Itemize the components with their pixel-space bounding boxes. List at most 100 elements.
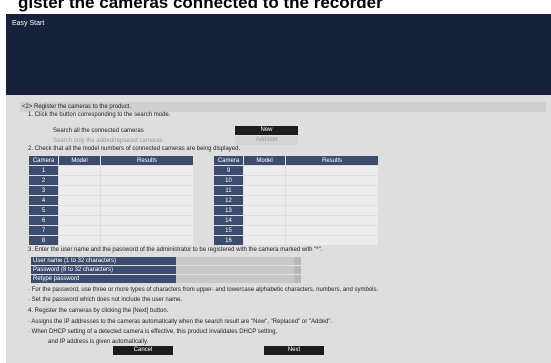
camera-row: 1 (28, 165, 194, 176)
search-all-label: Search all the connected cameras (53, 128, 144, 134)
results-cell (100, 165, 194, 176)
camera-number: 14 (213, 215, 244, 226)
results-cell (285, 185, 379, 196)
step4-note-ip: · Assigns the IP addresses to the camera… (28, 319, 333, 325)
password-row: Password (8 to 32 characters) (31, 266, 301, 274)
camera-number: 11 (213, 185, 244, 196)
easy-start-window: Easy Start <2> Register the cameras to t… (6, 14, 551, 363)
col-camera: Camera (213, 155, 244, 166)
results-cell (285, 195, 379, 206)
col-model: Model (243, 155, 286, 166)
camera-row: 6 (28, 215, 194, 226)
results-cell (100, 225, 194, 236)
model-cell (243, 185, 286, 196)
results-cell (285, 235, 379, 246)
addition-button[interactable]: Addition (235, 136, 298, 145)
camera-row: 8 (28, 235, 194, 246)
model-cell (243, 215, 286, 226)
step4-note-auto-ip: and IP address is given automatically. (48, 339, 149, 345)
model-cell (58, 235, 101, 246)
model-cell (58, 205, 101, 216)
camera-number: 15 (213, 225, 244, 236)
camera-row: 7 (28, 225, 194, 236)
camera-number: 16 (213, 235, 244, 246)
results-cell (100, 235, 194, 246)
model-cell (243, 175, 286, 186)
caption-text: gister the cameras connected to the reco… (18, 0, 383, 12)
camera-number: 2 (28, 175, 59, 186)
title-bar: Easy Start (6, 14, 551, 95)
camera-row: 3 (28, 185, 194, 196)
step2-heading: 2. Check that all the model numbers of c… (28, 146, 241, 152)
model-cell (243, 235, 286, 246)
model-cell (243, 165, 286, 176)
step3-note-username: · Set the password which does not includ… (28, 297, 183, 303)
retype-password-input[interactable] (176, 275, 294, 283)
step1-heading: 1. Click the button corresponding to the… (28, 112, 171, 118)
camera-table-right: Camera Model Results 9 10 11 12 13 14 15 16 (213, 155, 379, 246)
results-cell (285, 215, 379, 226)
camera-row: 16 (213, 235, 379, 246)
camera-number: 8 (28, 235, 59, 246)
step4-heading: 4. Register the cameras by clicking the … (28, 308, 169, 314)
camera-row: 10 (213, 175, 379, 186)
model-cell (243, 205, 286, 216)
model-cell (58, 185, 101, 196)
results-cell (100, 175, 194, 186)
password-input[interactable] (176, 266, 294, 274)
window-title: Easy Start (12, 20, 45, 27)
camera-number: 5 (28, 205, 59, 216)
camera-number: 13 (213, 205, 244, 216)
camera-number: 12 (213, 195, 244, 206)
model-cell (58, 225, 101, 236)
password-input-end (294, 266, 301, 274)
cancel-button[interactable]: Cancel (113, 346, 173, 355)
model-cell (58, 165, 101, 176)
camera-row: 9 (213, 165, 379, 176)
camera-row: 14 (213, 215, 379, 226)
camera-row: 4 (28, 195, 194, 206)
col-model: Model (58, 155, 101, 166)
username-input[interactable] (176, 257, 294, 265)
page-caption: gister the cameras connected to the reco… (0, 0, 551, 14)
camera-table-left: Camera Model Results 12345678 (28, 155, 194, 246)
step3-heading: 3. Enter the user name and the password … (28, 247, 323, 253)
retype-password-label: Retype password (31, 275, 176, 283)
next-button[interactable]: Next (264, 346, 324, 355)
section-heading: <2> Register the cameras to the product. (22, 104, 132, 110)
username-input-end (294, 257, 301, 265)
camera-number: 9 (213, 165, 244, 176)
col-results: Results (285, 155, 379, 166)
results-cell (285, 225, 379, 236)
camera-row: 15 (213, 225, 379, 236)
camera-number: 7 (28, 225, 59, 236)
retype-password-row: Retype password (31, 275, 301, 283)
results-cell (100, 205, 194, 216)
col-results: Results (100, 155, 194, 166)
camera-row: 2 (28, 175, 194, 186)
model-cell (243, 195, 286, 206)
results-cell (285, 165, 379, 176)
camera-number: 6 (28, 215, 59, 226)
model-cell (58, 175, 101, 186)
search-added-label: Search only the added/replaced cameras (53, 138, 163, 144)
model-cell (243, 225, 286, 236)
username-row: User name (1 to 32 characters) (31, 257, 301, 265)
camera-row: 11 (213, 185, 379, 196)
username-label: User name (1 to 32 characters) (31, 257, 176, 265)
results-cell (100, 215, 194, 226)
results-cell (285, 175, 379, 186)
password-label: Password (8 to 32 characters) (31, 266, 176, 274)
step3-note-complexity: · For the password, use three or more ty… (28, 287, 379, 293)
results-cell (285, 205, 379, 216)
results-cell (100, 185, 194, 196)
step4-note-dhcp: · When DHCP setting of a detected camera… (28, 329, 278, 335)
model-cell (58, 195, 101, 206)
results-cell (100, 195, 194, 206)
camera-number: 3 (28, 185, 59, 196)
camera-number: 4 (28, 195, 59, 206)
retype-password-input-end (294, 275, 301, 283)
col-camera: Camera (28, 155, 59, 166)
new-button[interactable]: New (235, 126, 298, 135)
camera-number: 10 (213, 175, 244, 186)
